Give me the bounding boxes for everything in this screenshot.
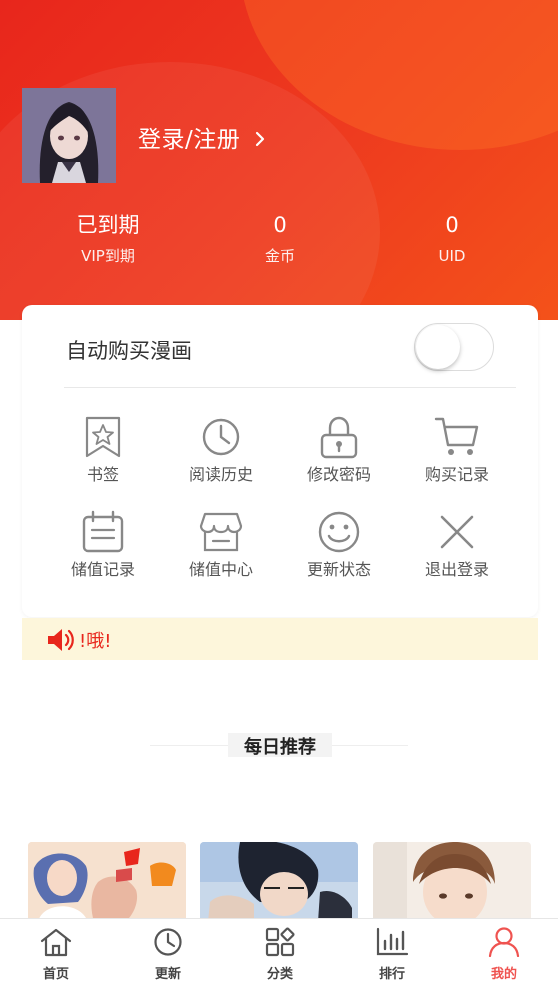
grid-label: 购买记录 — [424, 465, 489, 484]
auto-buy-toggle[interactable] — [414, 323, 494, 371]
home-icon — [40, 928, 72, 957]
grid-label: 阅读历史 — [188, 465, 253, 484]
avatar[interactable] — [22, 88, 116, 183]
uid-value: 0 — [445, 213, 459, 237]
grid-label: 退出登录 — [424, 560, 489, 579]
purchase-records-button[interactable]: 购买记录 — [398, 415, 516, 485]
clock-icon — [154, 928, 182, 956]
bookmark-icon — [85, 416, 121, 458]
grid-label: 储值中心 — [188, 560, 253, 579]
smiley-icon — [318, 511, 360, 553]
grid-label: 更新状态 — [306, 560, 371, 579]
profile-icon — [488, 927, 520, 957]
uid-label: UID — [438, 247, 466, 265]
logout-button[interactable]: 退出登录 — [398, 510, 516, 580]
coin-balance: 0 金币 — [210, 212, 350, 266]
vip-label: VIP到期 — [81, 247, 135, 265]
topup-center-button[interactable]: 储值中心 — [162, 510, 280, 580]
tab-home[interactable]: 首页 — [0, 927, 112, 982]
grid-label: 修改密码 — [306, 465, 371, 484]
auto-buy-label: 自动购买漫画 — [66, 339, 192, 363]
daily-recommend-title: 每日推荐 — [228, 733, 332, 758]
account-card: 自动购买漫画 书签 阅读历史 修改密码 购买记录 储值记录 储值中心 更新状态 … — [22, 305, 538, 617]
bookmarks-button[interactable]: 书签 — [44, 415, 162, 485]
login-register-link[interactable]: 登录/注册 — [138, 120, 266, 154]
uid-info: 0 UID — [382, 212, 522, 266]
section-line — [332, 745, 408, 746]
grid-label: 书签 — [86, 465, 119, 484]
login-label: 登录/注册 — [138, 127, 241, 153]
notice-text: !哦! — [79, 631, 112, 652]
notice-bar[interactable]: !哦! — [22, 618, 538, 660]
tab-categories[interactable]: 分类 — [224, 927, 336, 982]
update-status-button[interactable]: 更新状态 — [280, 510, 398, 580]
close-icon — [440, 515, 474, 549]
topup-records-button[interactable]: 储值记录 — [44, 510, 162, 580]
grid-label: 储值记录 — [70, 560, 135, 579]
vip-value: 已到期 — [76, 213, 140, 237]
clock-icon — [202, 418, 240, 456]
divider — [64, 387, 516, 388]
ranking-icon — [376, 927, 409, 956]
coin-label: 金币 — [264, 247, 295, 265]
comic-thumbnail[interactable] — [373, 842, 531, 922]
category-icon — [265, 927, 295, 957]
calendar-icon — [82, 510, 124, 553]
chevron-right-icon — [255, 131, 265, 147]
tab-label: 首页 — [42, 967, 69, 982]
toggle-knob — [416, 325, 460, 369]
tab-label: 分类 — [266, 967, 293, 982]
tab-profile[interactable]: 我的 — [448, 927, 558, 982]
tab-label: 排行 — [378, 967, 405, 982]
reading-history-button[interactable]: 阅读历史 — [162, 415, 280, 485]
lock-icon — [320, 416, 358, 459]
comic-thumbnail[interactable] — [200, 842, 358, 922]
change-password-button[interactable]: 修改密码 — [280, 415, 398, 485]
store-icon — [199, 512, 243, 552]
bottom-tab-bar: 首页 更新 分类 排行 我的 — [0, 918, 558, 992]
tab-ranking[interactable]: 排行 — [336, 927, 448, 982]
profile-header: 登录/注册 已到期 VIP到期 0 金币 0 UID — [0, 0, 558, 320]
vip-status: 已到期 VIP到期 — [38, 212, 178, 266]
comic-thumbnail[interactable] — [28, 842, 186, 922]
cart-icon — [434, 417, 479, 455]
coin-value: 0 — [273, 213, 287, 237]
tab-updates[interactable]: 更新 — [112, 927, 224, 982]
speaker-icon — [48, 629, 74, 651]
section-line — [150, 745, 228, 746]
tab-label: 我的 — [490, 967, 517, 982]
tab-label: 更新 — [154, 967, 181, 982]
